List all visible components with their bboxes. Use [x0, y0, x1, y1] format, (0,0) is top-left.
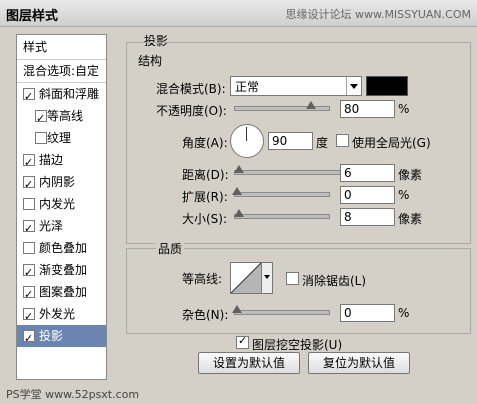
global-light-checkbox[interactable] [336, 134, 349, 147]
sidebar-item[interactable]: 颜色叠加 [17, 237, 106, 259]
anti-alias-label[interactable]: 消除锯齿(L) [302, 272, 366, 289]
sidebar-item-checkbox[interactable] [35, 108, 47, 130]
blend-mode-select[interactable]: 正常 [230, 76, 362, 96]
size-label: 大小(S): [182, 212, 228, 226]
knockout-label[interactable]: 图层挖空投影(U) [252, 336, 342, 353]
sidebar-item-label: 颜色叠加 [39, 241, 88, 255]
noise-label: 杂色(N): [182, 308, 229, 322]
watermark: 思缘设计论坛 www.MISSYUAN.COM [285, 8, 471, 21]
opacity-input[interactable]: 80 [340, 100, 395, 118]
sidebar-item-checkbox[interactable] [23, 306, 35, 328]
sidebar-item[interactable]: 渐变叠加 [17, 259, 106, 284]
size-slider[interactable] [234, 209, 330, 220]
size-thumb[interactable] [234, 209, 244, 217]
opacity-slider[interactable] [234, 101, 330, 112]
spread-track [234, 192, 330, 197]
sidebar-item[interactable]: 投影 [17, 325, 106, 350]
opacity-unit: % [398, 102, 410, 116]
opacity-label: 不透明度(O): [156, 104, 227, 118]
sidebar-item[interactable]: 等高线 [17, 105, 106, 130]
sidebar-item-label: 内阴影 [39, 175, 76, 189]
noise-track [234, 310, 330, 315]
sidebar-item-checkbox[interactable] [23, 262, 35, 284]
style-list: 样式 混合选项:自定 斜面和浮雕等高线纹理描边内阴影内发光光泽颜色叠加渐变叠加图… [16, 34, 107, 380]
sidebar-item[interactable]: 内发光 [17, 193, 106, 215]
contour-curve-icon [231, 263, 261, 293]
contour-label: 等高线: [182, 272, 223, 286]
blend-mode-value: 正常 [235, 80, 260, 94]
size-input[interactable]: 8 [340, 208, 395, 226]
sidebar-item-checkbox[interactable] [23, 218, 35, 240]
spread-unit: % [398, 188, 410, 202]
noise-input[interactable]: 0 [340, 304, 395, 322]
sidebar-item-checkbox[interactable] [23, 328, 35, 350]
angle-label: 角度(A): [182, 136, 228, 150]
global-light-label[interactable]: 使用全局光(G) [352, 134, 431, 151]
sidebar-item-checkbox[interactable] [23, 152, 35, 174]
sidebar-item[interactable]: 描边 [17, 149, 106, 174]
noise-slider[interactable] [232, 305, 330, 316]
sidebar-item-label: 纹理 [47, 131, 72, 145]
sidebar-header[interactable]: 样式 [17, 35, 106, 60]
sidebar-item-checkbox[interactable] [23, 284, 35, 306]
sidebar-item-label: 外发光 [39, 307, 76, 321]
sidebar-item-label: 等高线 [47, 109, 84, 123]
blend-mode-label: 混合模式(B): [156, 82, 226, 96]
title-bar: 图层样式 思缘设计论坛 www.MISSYUAN.COM [0, 0, 477, 27]
knockout-checkbox[interactable] [236, 334, 249, 349]
size-track [234, 214, 330, 219]
distance-unit: 像素 [398, 168, 423, 182]
distance-input[interactable]: 6 [340, 164, 395, 182]
size-unit: 像素 [398, 212, 423, 226]
spread-input[interactable]: 0 [340, 186, 395, 204]
distance-thumb[interactable] [234, 165, 244, 173]
contour-preview[interactable] [230, 262, 262, 294]
distance-label: 距离(D): [182, 168, 229, 182]
sidebar-item-label: 斜面和浮雕 [39, 87, 100, 101]
distance-slider[interactable] [234, 165, 356, 176]
window-title: 图层样式 [6, 9, 59, 24]
sidebar-item[interactable]: 光泽 [17, 215, 106, 240]
spread-slider[interactable] [232, 187, 330, 198]
watermark-bottom: PS学堂 www.52psxt.com [6, 388, 140, 401]
contour-dropdown-icon[interactable] [261, 262, 273, 294]
sidebar-item[interactable]: 斜面和浮雕 [17, 83, 106, 108]
sidebar-item-label: 内发光 [39, 197, 76, 211]
opacity-thumb[interactable] [305, 101, 316, 109]
sidebar-item-label: 图案叠加 [39, 285, 88, 299]
sidebar-item-label: 投影 [39, 329, 64, 343]
sidebar-item[interactable]: 外发光 [17, 303, 106, 328]
set-default-button[interactable]: 设置为默认值 [198, 352, 300, 374]
shadow-color-swatch[interactable] [366, 76, 408, 96]
noise-unit: % [398, 306, 410, 320]
sidebar-item-checkbox[interactable] [35, 132, 47, 144]
sidebar-item[interactable]: 纹理 [17, 127, 106, 149]
anti-alias-checkbox[interactable] [286, 272, 299, 285]
distance-track [234, 170, 356, 175]
angle-dial[interactable] [230, 124, 264, 158]
structure-title: 结构 [136, 52, 165, 69]
sidebar-item-label: 渐变叠加 [39, 263, 88, 277]
chevron-down-icon [346, 77, 361, 95]
drop-shadow-panel: 投影 结构 混合模式(B): 正常 不透明度(O): 80 % 角度(A): 9… [116, 30, 471, 402]
quality-title: 品质 [156, 240, 185, 257]
sidebar-item-label: 描边 [39, 153, 64, 167]
sidebar-item-checkbox[interactable] [23, 242, 35, 254]
reset-default-button[interactable]: 复位为默认值 [308, 352, 410, 374]
spread-thumb[interactable] [232, 187, 242, 195]
sidebar-item[interactable]: 内阴影 [17, 171, 106, 196]
sidebar-item-label: 光泽 [39, 219, 64, 233]
angle-unit: 度 [316, 136, 329, 150]
sidebar-item-checkbox[interactable] [23, 86, 35, 108]
sidebar-item-checkbox[interactable] [23, 174, 35, 196]
angle-input[interactable]: 90 [268, 132, 313, 150]
blend-options-item[interactable]: 混合选项:自定 [17, 60, 106, 83]
quality-group [126, 248, 471, 334]
sidebar-item[interactable]: 图案叠加 [17, 281, 106, 306]
sidebar-item-checkbox[interactable] [23, 198, 35, 210]
noise-thumb[interactable] [232, 305, 242, 313]
spread-label: 扩展(R): [182, 190, 228, 204]
